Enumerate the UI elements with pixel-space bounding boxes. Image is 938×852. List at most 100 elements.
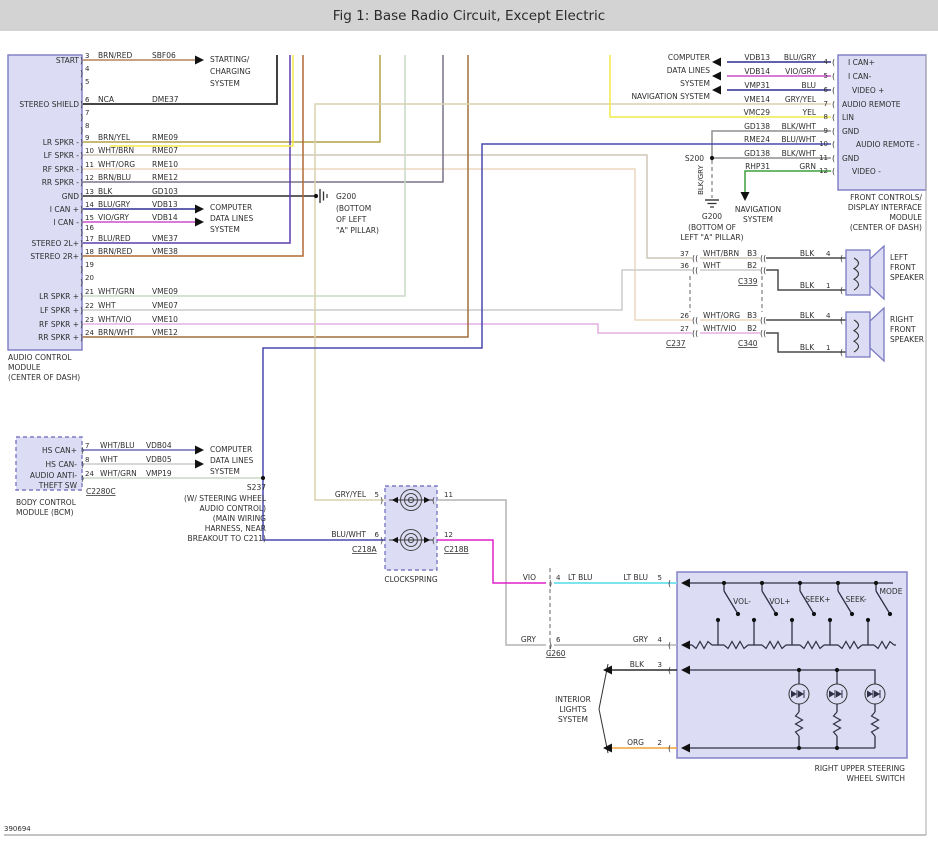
base-radio-circuit-diagram: ))))))))))))))))))))))((((((((()))((((((… [0, 0, 938, 852]
label-wht: WHT [100, 455, 118, 464]
connector-pin-mark: ) [380, 536, 383, 545]
label-module: MODULE [889, 213, 922, 222]
label-7: 7 [85, 109, 89, 117]
connector-pin-mark: ) [80, 56, 83, 65]
junction-dot [774, 612, 778, 616]
junction-dot [261, 476, 265, 480]
connector-pin-mark: ) [81, 460, 84, 469]
connector-pin-mark: ) [80, 306, 83, 315]
label-4: 4 [826, 250, 831, 258]
connector-pin-mark: (( [760, 254, 766, 263]
connector-pin-mark: ( [840, 316, 843, 325]
label-lr-spkr-+: LR SPKR + [39, 292, 79, 301]
label-7: 7 [824, 100, 828, 108]
label-center-of-dash: (CENTER OF DASH) [850, 223, 922, 232]
label-4: 4 [824, 58, 829, 66]
connector-pin-mark: ( [668, 641, 671, 650]
connector-pin-mark: ) [80, 252, 83, 261]
junction-dot [874, 581, 878, 585]
label-23: 23 [85, 316, 94, 324]
wire-wht-grn-lr-plus [83, 55, 405, 296]
label-grn: GRN [799, 162, 816, 171]
label-6: 6 [85, 96, 90, 104]
arrow-left-icon [712, 72, 721, 81]
connector-pin-mark: (( [760, 266, 766, 275]
label-vme12: VME12 [152, 328, 178, 337]
steering-switch-box [677, 572, 907, 758]
label-5: 5 [375, 491, 379, 499]
connector-pin-mark: ) [80, 333, 83, 342]
label-audio-control: AUDIO CONTROL [8, 353, 72, 362]
label-gnd: GND [62, 192, 79, 201]
label-sbf06: SBF06 [152, 51, 176, 60]
label-10: 10 [819, 140, 828, 148]
label-20: 20 [85, 274, 94, 282]
junction-dot [828, 618, 832, 622]
label-clockspring: CLOCKSPRING [384, 575, 438, 584]
arrow-down-icon [741, 192, 750, 201]
label-vio: VIO [523, 573, 536, 582]
label-body-control: BODY CONTROL [16, 498, 77, 507]
label-main-wiring: (MAIN WIRING [213, 514, 266, 523]
label-11: 11 [85, 161, 94, 169]
label-theft-sw: THEFT SW [38, 481, 78, 490]
label-blu-wht: BLU/WHT [781, 135, 816, 144]
label-vme38: VME38 [152, 247, 178, 256]
label-c260: C260 [546, 649, 566, 658]
label-3: 3 [85, 52, 89, 60]
connector-pin-mark: ) [80, 69, 83, 78]
label-36: 36 [680, 262, 689, 270]
label-1: 1 [826, 282, 830, 290]
arrow-right-icon [195, 446, 204, 455]
junction-dot [760, 581, 764, 585]
label-front-controls: FRONT CONTROLS/ [850, 193, 922, 202]
label-24: 24 [85, 470, 94, 478]
label-hs-can+: HS CAN+ [42, 446, 77, 455]
junction-dot [798, 581, 802, 585]
label-vmp19: VMP19 [146, 469, 172, 478]
label-12: 12 [444, 531, 453, 539]
junction-dot [812, 612, 816, 616]
label-11: 11 [444, 491, 453, 499]
label-i-can+: I CAN+ [848, 58, 875, 67]
label-of-left: OF LEFT [336, 215, 367, 224]
label-bottom: (BOTTOM [336, 204, 371, 213]
label-21: 21 [85, 288, 94, 296]
label-blu-gry: BLU/GRY [98, 200, 131, 209]
connector-pin-mark: ) [80, 218, 83, 227]
label-stereo-2r+: STEREO 2R+ [30, 252, 79, 261]
arrow-right-icon [195, 56, 204, 65]
label-vol+: VOL+ [769, 597, 790, 606]
label-vme10: VME10 [152, 315, 178, 324]
junction-dot [835, 668, 839, 672]
connector-pin-mark: ) [380, 496, 383, 505]
label-stereo-2l+: STEREO 2L+ [31, 239, 79, 248]
label-rme09: RME09 [152, 133, 178, 142]
connector-pin-mark: ( [432, 536, 435, 545]
speaker-cone-icon [870, 308, 884, 361]
label-lights: LIGHTS [559, 705, 586, 714]
label-8: 8 [85, 456, 89, 464]
label-lin: LIN [842, 113, 854, 122]
connector-pin-mark: ) [80, 320, 83, 329]
label-module-bcm: MODULE (BCM) [16, 508, 74, 517]
junction-dot [866, 618, 870, 622]
label-blu: BLU [802, 81, 816, 90]
label-11: 11 [819, 154, 828, 162]
label-front: FRONT [890, 263, 916, 272]
label-vmc29: VMC29 [744, 108, 771, 117]
label-26: 26 [680, 312, 689, 320]
label-c340: C340 [738, 339, 758, 348]
label-b2: B2 [747, 261, 757, 270]
label-speaker: SPEAKER [890, 273, 924, 282]
label-12: 12 [85, 174, 94, 182]
label-navigation-system: NAVIGATION SYSTEM [631, 92, 710, 101]
connector-pin-mark: ( [832, 58, 835, 67]
label-data-lines: DATA LINES [210, 456, 253, 465]
label-8: 8 [85, 122, 89, 130]
connector-pin-mark: ( [832, 154, 835, 163]
label-bottom-of: (BOTTOM OF [688, 223, 736, 232]
wire-brn-blu-rr-minus [83, 55, 443, 182]
connector-pin-mark: (( [760, 316, 766, 325]
label-vme07: VME07 [152, 301, 178, 310]
